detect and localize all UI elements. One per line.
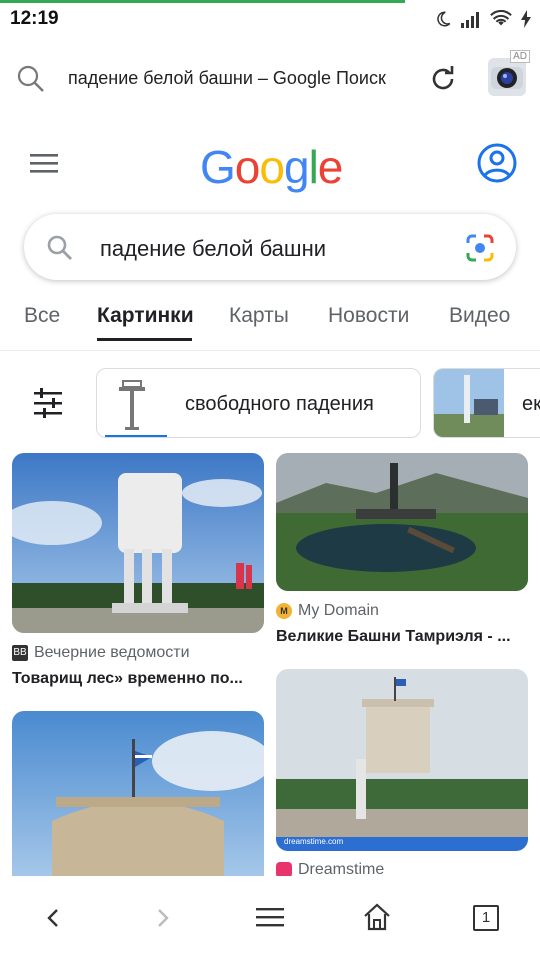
chip-highlight bbox=[105, 435, 167, 437]
reload-icon[interactable] bbox=[428, 64, 458, 94]
source-name: My Domain bbox=[298, 602, 379, 619]
page-load-progress bbox=[0, 0, 405, 3]
status-time: 12:19 bbox=[10, 8, 59, 29]
search-box[interactable]: падение белой башни bbox=[24, 214, 516, 280]
source-name: Вечерние ведомости bbox=[34, 644, 190, 661]
logo-letter: o bbox=[259, 141, 285, 193]
tab-news[interactable]: Новости bbox=[328, 304, 409, 328]
tab-all[interactable]: Все bbox=[24, 304, 60, 328]
chip-thumbnail bbox=[434, 369, 504, 437]
url-text[interactable]: падение белой башни – Google Поиск bbox=[68, 68, 386, 89]
screen: 12:19 падение белой башни – Google Поиск… bbox=[0, 0, 540, 960]
result-image-2[interactable] bbox=[276, 453, 528, 591]
tab-videos[interactable]: Видео bbox=[449, 304, 510, 328]
ad-camera-app-icon[interactable]: AD bbox=[488, 50, 530, 96]
search-icon bbox=[17, 65, 44, 92]
google-lens-icon[interactable] bbox=[464, 233, 496, 263]
back-icon[interactable] bbox=[44, 908, 64, 928]
divider bbox=[0, 350, 540, 351]
search-input[interactable]: падение белой башни bbox=[100, 236, 326, 262]
chip-label: ек bbox=[522, 393, 540, 415]
site-favicon-icon: M bbox=[276, 603, 292, 619]
browser-url-bar[interactable]: падение белой башни – Google Поиск AD bbox=[0, 48, 540, 108]
active-tab-indicator bbox=[97, 338, 192, 341]
forward-icon[interactable] bbox=[152, 908, 172, 928]
signal-icon bbox=[461, 12, 479, 28]
chip-thumbnail bbox=[119, 380, 145, 430]
chip-free-fall[interactable]: свободного падения bbox=[96, 368, 421, 438]
tabs-count-button[interactable]: 1 bbox=[473, 905, 499, 931]
tab-images[interactable]: Картинки bbox=[97, 304, 194, 328]
browser-bottom-nav: 1 bbox=[0, 876, 540, 960]
search-tabs: Все Картинки Карты Новости Видео bbox=[0, 296, 540, 346]
moon-icon bbox=[437, 11, 451, 27]
chip-label: свободного падения bbox=[185, 393, 374, 415]
result-source-2[interactable]: M My Domain bbox=[276, 602, 379, 620]
charging-icon bbox=[521, 10, 531, 28]
status-icons bbox=[434, 8, 532, 30]
ad-badge: AD bbox=[510, 50, 530, 63]
home-icon[interactable] bbox=[362, 902, 392, 932]
wifi-icon bbox=[490, 10, 512, 26]
result-title-2[interactable]: Великие Башни Тамриэля - ... bbox=[276, 628, 528, 646]
logo-letter: o bbox=[234, 141, 261, 193]
filter-icon[interactable] bbox=[32, 388, 64, 418]
result-source-1[interactable]: ВВ Вечерние ведомости bbox=[12, 644, 190, 662]
logo-letter: l bbox=[308, 141, 319, 193]
search-icon bbox=[47, 235, 72, 260]
account-icon[interactable] bbox=[476, 142, 518, 184]
menu-icon[interactable] bbox=[256, 906, 284, 928]
chip-second[interactable]: ек bbox=[433, 368, 540, 438]
image-watermark: dreamstime.com bbox=[284, 837, 344, 846]
result-image-1[interactable] bbox=[12, 453, 264, 633]
result-title-1[interactable]: Товарищ лес» временно по... bbox=[12, 670, 264, 688]
menu-icon[interactable] bbox=[30, 152, 60, 176]
site-favicon-icon: ВВ bbox=[12, 645, 28, 661]
logo-letter: g bbox=[283, 141, 310, 193]
tab-maps[interactable]: Карты bbox=[229, 304, 289, 328]
logo-letter: G bbox=[200, 141, 236, 193]
logo-letter: e bbox=[317, 141, 344, 193]
google-logo[interactable]: Google bbox=[200, 140, 344, 194]
result-image-4[interactable]: dreamstime.com bbox=[276, 669, 528, 851]
